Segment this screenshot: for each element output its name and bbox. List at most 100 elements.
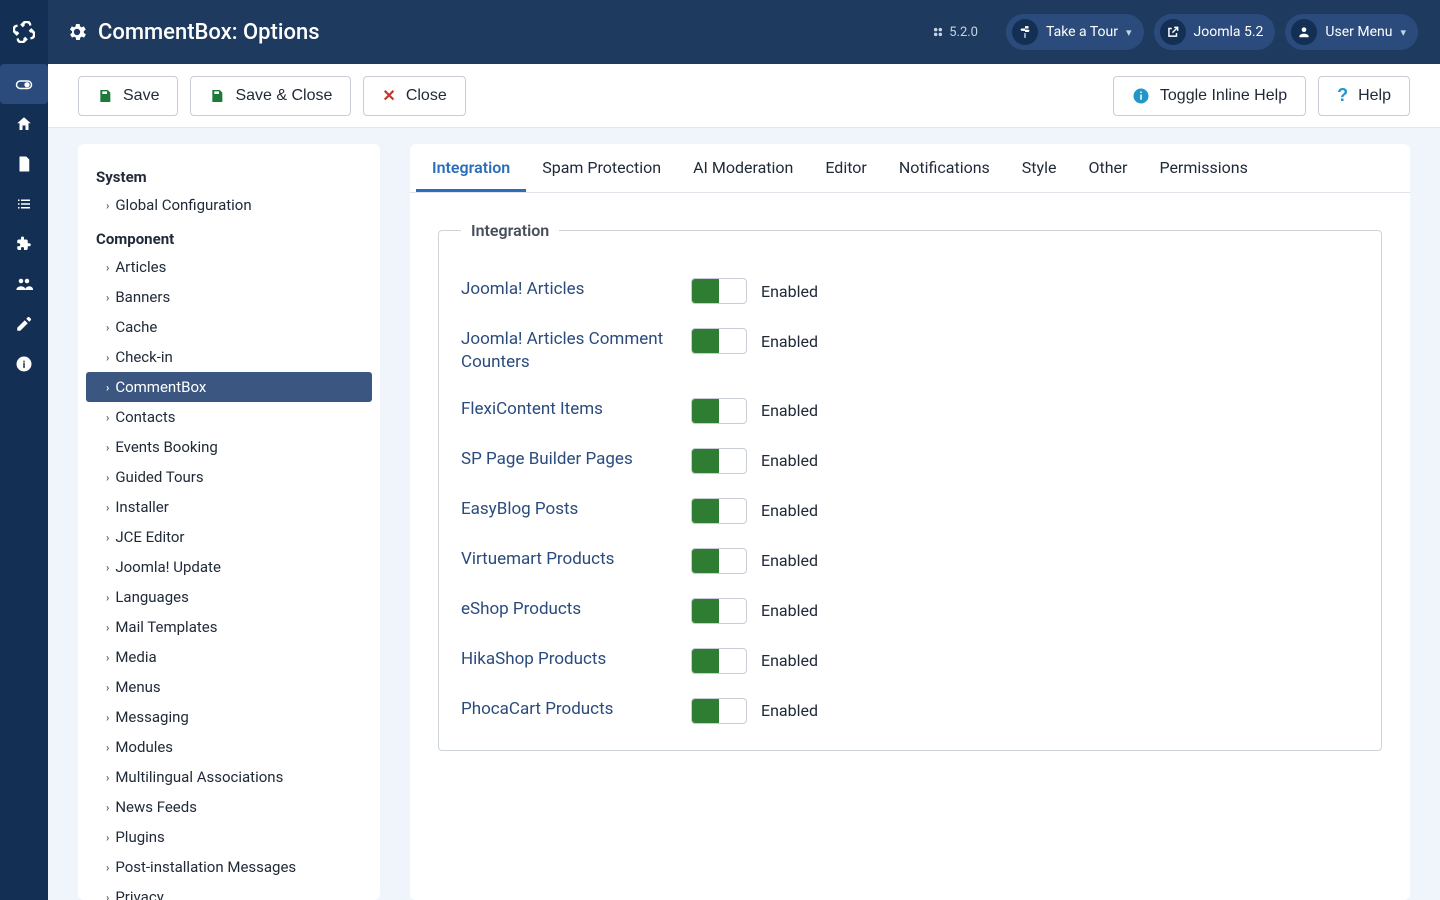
question-icon: ? (1337, 85, 1348, 106)
tree-item-events-booking[interactable]: › Events Booking (86, 432, 372, 462)
chevron-right-icon: › (106, 321, 109, 334)
joomla-mini-icon (931, 25, 945, 39)
tree-item-joomla-update[interactable]: ›Joomla! Update (86, 552, 372, 582)
tree-item-global-configuration[interactable]: › Global Configuration (86, 190, 372, 220)
rail-users-icon[interactable] (0, 264, 48, 304)
tree-item-label: Contacts (115, 408, 175, 426)
chevron-right-icon: › (106, 801, 109, 814)
close-button[interactable]: ✕ Close (363, 76, 465, 116)
toggle-switch[interactable] (691, 598, 747, 624)
tree-item-commentbox[interactable]: ›CommentBox (86, 372, 372, 402)
tree-section-component: Component (78, 220, 380, 252)
tree-item-installer[interactable]: ›Installer (86, 492, 372, 522)
rail-content-icon[interactable] (0, 144, 48, 184)
toolbar: Save Save & Close ✕ Close Toggle Inline … (48, 64, 1440, 128)
tree-item-label: Events Booking (115, 438, 218, 456)
field-row: EasyBlog PostsEnabled (461, 478, 1359, 528)
tab-permissions[interactable]: Permissions (1143, 144, 1263, 192)
tree-item-languages[interactable]: ›Languages (86, 582, 372, 612)
chevron-right-icon: › (106, 741, 109, 754)
save-close-label: Save & Close (235, 87, 332, 105)
field-label: PhocaCart Products (461, 698, 691, 721)
page-title-text: CommentBox: Options (98, 20, 320, 45)
joomla-link-button[interactable]: Joomla 5.2 (1154, 14, 1276, 50)
tree-item-label: Mail Templates (115, 618, 217, 636)
save-icon (209, 88, 225, 104)
field-row: SP Page Builder PagesEnabled (461, 428, 1359, 478)
rail-components-icon[interactable] (0, 224, 48, 264)
rail-home-icon[interactable] (0, 104, 48, 144)
field-row: Joomla! ArticlesEnabled (461, 258, 1359, 308)
tree-item-articles[interactable]: ›Articles (86, 252, 372, 282)
toggle-switch[interactable] (691, 548, 747, 574)
toggle-help-label: Toggle Inline Help (1160, 87, 1287, 105)
tab-other[interactable]: Other (1072, 144, 1143, 192)
save-label: Save (123, 87, 159, 105)
toggle-switch[interactable] (691, 278, 747, 304)
rail-help-icon[interactable]: i (0, 344, 48, 384)
chevron-right-icon: › (106, 199, 109, 212)
rail-toggle-icon[interactable] (0, 64, 48, 104)
toggle-switch[interactable] (691, 498, 747, 524)
tree-item-label: Plugins (115, 828, 164, 846)
tab-notifications[interactable]: Notifications (883, 144, 1006, 192)
chevron-right-icon: › (106, 651, 109, 664)
tab-integration[interactable]: Integration (416, 144, 526, 192)
tab-spam-protection[interactable]: Spam Protection (526, 144, 677, 192)
toggle-switch[interactable] (691, 398, 747, 424)
tree-item-multilingual-associations[interactable]: ›Multilingual Associations (86, 762, 372, 792)
tree-item-post-installation-messages[interactable]: ›Post-installation Messages (86, 852, 372, 882)
chevron-right-icon: › (106, 441, 109, 454)
tree-item-label: Menus (115, 678, 160, 696)
rail-menus-icon[interactable] (0, 184, 48, 224)
toggle-switch[interactable] (691, 698, 747, 724)
tree-item-label: CommentBox (115, 378, 206, 396)
joomla-logo-icon (0, 0, 48, 64)
panel-scroll[interactable]: Integration Joomla! ArticlesEnabledJooml… (410, 193, 1410, 900)
toggle-switch[interactable] (691, 648, 747, 674)
chevron-right-icon: › (106, 261, 109, 274)
tree-item-mail-templates[interactable]: › Mail Templates (86, 612, 372, 642)
field-control: Enabled (691, 398, 991, 424)
toggle-state-label: Enabled (761, 451, 818, 470)
field-row: FlexiContent ItemsEnabled (461, 378, 1359, 428)
save-button[interactable]: Save (78, 76, 178, 116)
tree-item-messaging[interactable]: ›Messaging (86, 702, 372, 732)
tree-item-jce-editor[interactable]: ›JCE Editor (86, 522, 372, 552)
field-row: Joomla! Articles Comment CountersEnabled (461, 308, 1359, 378)
tree-item-menus[interactable]: ›Menus (86, 672, 372, 702)
tree-item-privacy[interactable]: ›Privacy (86, 882, 372, 900)
field-label: Virtuemart Products (461, 548, 691, 571)
save-close-button[interactable]: Save & Close (190, 76, 351, 116)
field-control: Enabled (691, 548, 991, 574)
take-tour-button[interactable]: Take a Tour ▾ (1006, 14, 1144, 50)
tree-item-check-in[interactable]: ›Check-in (86, 342, 372, 372)
tree-section-system: System (78, 158, 380, 190)
user-menu-button[interactable]: User Menu ▾ (1285, 14, 1418, 50)
tree-item-news-feeds[interactable]: ›News Feeds (86, 792, 372, 822)
tree-item-label: Privacy (115, 888, 163, 900)
field-label: eShop Products (461, 598, 691, 621)
chevron-right-icon: › (106, 621, 109, 634)
tree-item-plugins[interactable]: ›Plugins (86, 822, 372, 852)
tree-item-cache[interactable]: ›Cache (86, 312, 372, 342)
tree-item-media[interactable]: ›Media (86, 642, 372, 672)
toggle-inline-help-button[interactable]: Toggle Inline Help (1113, 76, 1306, 116)
settings-tree: System › Global Configuration Component … (78, 144, 380, 900)
help-button[interactable]: ? Help (1318, 76, 1410, 116)
rail-system-icon[interactable] (0, 304, 48, 344)
toggle-switch[interactable] (691, 448, 747, 474)
tree-item-contacts[interactable]: ›Contacts (86, 402, 372, 432)
fieldset-legend: Integration (461, 221, 559, 240)
chevron-right-icon: › (106, 561, 109, 574)
tree-item-guided-tours[interactable]: ›Guided Tours (86, 462, 372, 492)
tab-style[interactable]: Style (1006, 144, 1073, 192)
chevron-right-icon: › (106, 501, 109, 514)
tab-ai-moderation[interactable]: AI Moderation (677, 144, 809, 192)
tree-item-modules[interactable]: ›Modules (86, 732, 372, 762)
toggle-state-label: Enabled (761, 701, 818, 720)
tab-editor[interactable]: Editor (809, 144, 882, 192)
tree-item-banners[interactable]: ›Banners (86, 282, 372, 312)
toggle-switch[interactable] (691, 328, 747, 354)
chevron-down-icon: ▾ (1400, 26, 1406, 39)
